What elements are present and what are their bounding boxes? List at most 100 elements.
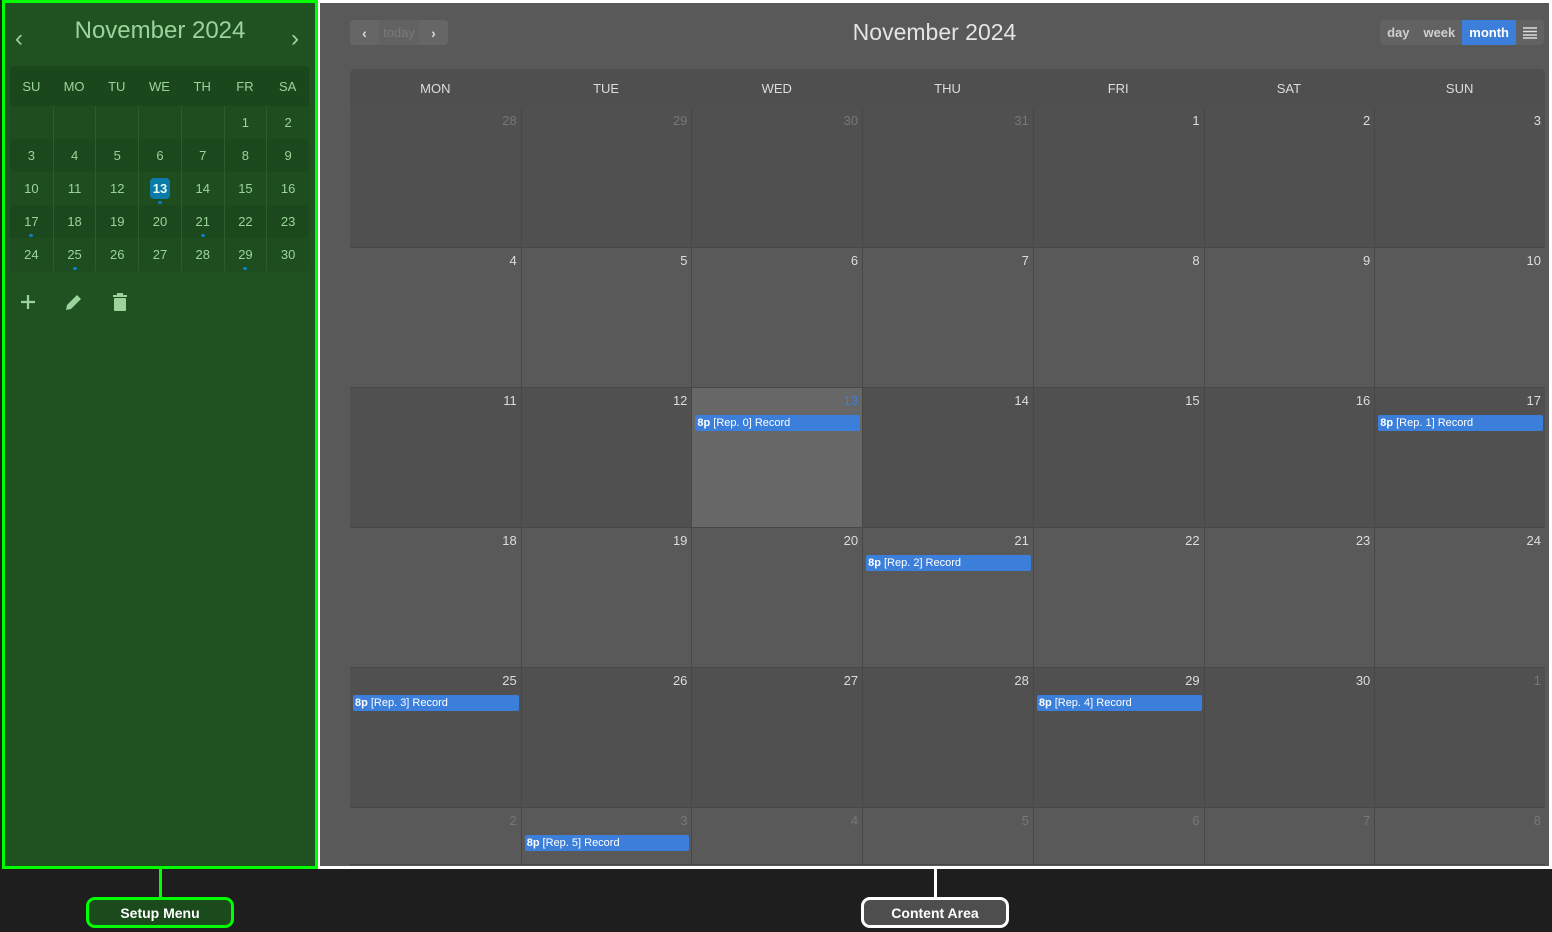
day-cell[interactable]: 18	[350, 528, 521, 668]
day-cell[interactable]: 1	[1374, 668, 1545, 808]
mini-day-cell[interactable]: 23	[266, 205, 309, 238]
mini-day-cell[interactable]: 19	[95, 205, 138, 238]
day-cell[interactable]: 27	[691, 668, 863, 808]
event-item[interactable]: 8p [Rep. 1] Record	[1378, 415, 1543, 431]
view-month-button[interactable]: month	[1462, 20, 1516, 45]
mini-day-cell[interactable]: 15	[223, 172, 267, 205]
day-number[interactable]: 19	[673, 533, 687, 548]
day-cell[interactable]: 8	[1032, 248, 1204, 388]
day-cell[interactable]: 10	[1374, 248, 1545, 388]
mini-day-cell[interactable]: 7	[180, 139, 224, 172]
mini-next-month-button[interactable]: ›	[291, 25, 299, 53]
day-cell[interactable]: 4	[350, 248, 521, 388]
day-cell[interactable]: 5	[520, 248, 692, 388]
view-week-button[interactable]: week	[1416, 20, 1462, 45]
mini-day-cell[interactable]: 1	[223, 106, 267, 139]
day-cell[interactable]: 14	[862, 388, 1033, 528]
day-number[interactable]: 7	[1022, 253, 1029, 268]
day-number[interactable]: 3	[1534, 113, 1541, 128]
day-cell[interactable]: 25 8p [Rep. 3] Record	[350, 668, 521, 808]
day-cell[interactable]: 2	[350, 808, 521, 865]
day-number[interactable]: 10	[1527, 253, 1541, 268]
mini-day-cell[interactable]: 26	[95, 238, 138, 271]
day-cell[interactable]: 11	[350, 388, 521, 528]
day-cell[interactable]: 5	[862, 808, 1033, 865]
day-cell[interactable]: 7	[862, 248, 1033, 388]
day-number[interactable]: 9	[1363, 253, 1370, 268]
mini-day-cell[interactable]: 25	[52, 238, 96, 271]
day-number[interactable]: 25	[502, 673, 516, 688]
event-item[interactable]: 8p [Rep. 4] Record	[1036, 695, 1202, 711]
event-item[interactable]: 8p [Rep. 5] Record	[524, 835, 690, 851]
event-item[interactable]: 8p [Rep. 3] Record	[353, 695, 519, 711]
day-number[interactable]: 3	[680, 813, 687, 828]
mini-day-cell[interactable]: 27	[138, 238, 181, 271]
day-cell[interactable]: 8	[1374, 808, 1545, 865]
day-number[interactable]: 6	[851, 253, 858, 268]
day-cell[interactable]: 17 8p [Rep. 1] Record	[1374, 388, 1545, 528]
day-cell[interactable]: 19	[520, 528, 692, 668]
day-cell[interactable]: 7	[1203, 808, 1375, 865]
day-cell[interactable]: 21 8p [Rep. 2] Record	[862, 528, 1033, 668]
day-cell[interactable]: 31	[862, 108, 1033, 248]
delete-icon[interactable]	[109, 291, 131, 313]
mini-day-cell[interactable]: 8	[223, 139, 267, 172]
mini-day-cell[interactable]: 13	[138, 172, 181, 205]
day-cell[interactable]: 6	[691, 248, 863, 388]
mini-day-cell[interactable]: 2	[266, 106, 309, 139]
day-number[interactable]: 31	[1014, 113, 1028, 128]
mini-day-cell[interactable]: 24	[10, 238, 53, 271]
day-number[interactable]: 5	[680, 253, 687, 268]
add-icon[interactable]	[17, 291, 39, 313]
day-number[interactable]: 13	[844, 393, 858, 408]
day-cell[interactable]: 16	[1203, 388, 1375, 528]
day-cell[interactable]: 28	[350, 108, 521, 248]
mini-day-cell[interactable]: 12	[95, 172, 138, 205]
edit-icon[interactable]	[63, 291, 85, 313]
day-number[interactable]: 29	[1185, 673, 1199, 688]
day-number[interactable]: 18	[502, 533, 516, 548]
day-number[interactable]: 21	[1014, 533, 1028, 548]
mini-day-cell[interactable]: 21	[180, 205, 224, 238]
day-cell[interactable]: 6	[1032, 808, 1204, 865]
day-number[interactable]: 23	[1356, 533, 1370, 548]
day-number[interactable]: 16	[1356, 393, 1370, 408]
mini-day-cell[interactable]: 29	[223, 238, 267, 271]
day-number[interactable]: 2	[509, 813, 516, 828]
day-cell[interactable]: 23	[1203, 528, 1375, 668]
day-cell[interactable]: 28	[862, 668, 1033, 808]
day-number[interactable]: 7	[1363, 813, 1370, 828]
day-number[interactable]: 20	[844, 533, 858, 548]
day-cell[interactable]: 26	[520, 668, 692, 808]
day-number[interactable]: 28	[1014, 673, 1028, 688]
day-number[interactable]: 24	[1527, 533, 1541, 548]
day-cell[interactable]: 2	[1203, 108, 1375, 248]
day-cell[interactable]: 22	[1032, 528, 1204, 668]
day-number[interactable]: 30	[1356, 673, 1370, 688]
list-icon[interactable]	[1516, 20, 1544, 45]
mini-day-cell[interactable]: 30	[266, 238, 309, 271]
mini-day-cell[interactable]: 6	[138, 139, 181, 172]
day-number[interactable]: 1	[1534, 673, 1541, 688]
mini-day-cell[interactable]: 10	[10, 172, 53, 205]
day-number[interactable]: 15	[1185, 393, 1199, 408]
day-number[interactable]: 14	[1014, 393, 1028, 408]
mini-day-cell[interactable]: 22	[223, 205, 267, 238]
mini-day-cell[interactable]: 14	[180, 172, 224, 205]
mini-day-cell[interactable]: 5	[95, 139, 138, 172]
day-number[interactable]: 2	[1363, 113, 1370, 128]
day-cell[interactable]: 13 8p [Rep. 0] Record	[691, 388, 863, 528]
event-item[interactable]: 8p [Rep. 2] Record	[866, 555, 1031, 571]
day-cell[interactable]: 24	[1374, 528, 1545, 668]
mini-day-cell[interactable]: 28	[180, 238, 224, 271]
view-day-button[interactable]: day	[1380, 20, 1416, 45]
day-number[interactable]: 22	[1185, 533, 1199, 548]
day-number[interactable]: 4	[851, 813, 858, 828]
day-number[interactable]: 4	[509, 253, 516, 268]
day-number[interactable]: 12	[673, 393, 687, 408]
day-number[interactable]: 30	[844, 113, 858, 128]
day-cell[interactable]: 4	[691, 808, 863, 865]
day-cell[interactable]: 15	[1032, 388, 1204, 528]
day-number[interactable]: 26	[673, 673, 687, 688]
day-cell[interactable]: 3 8p [Rep. 5] Record	[520, 808, 692, 865]
